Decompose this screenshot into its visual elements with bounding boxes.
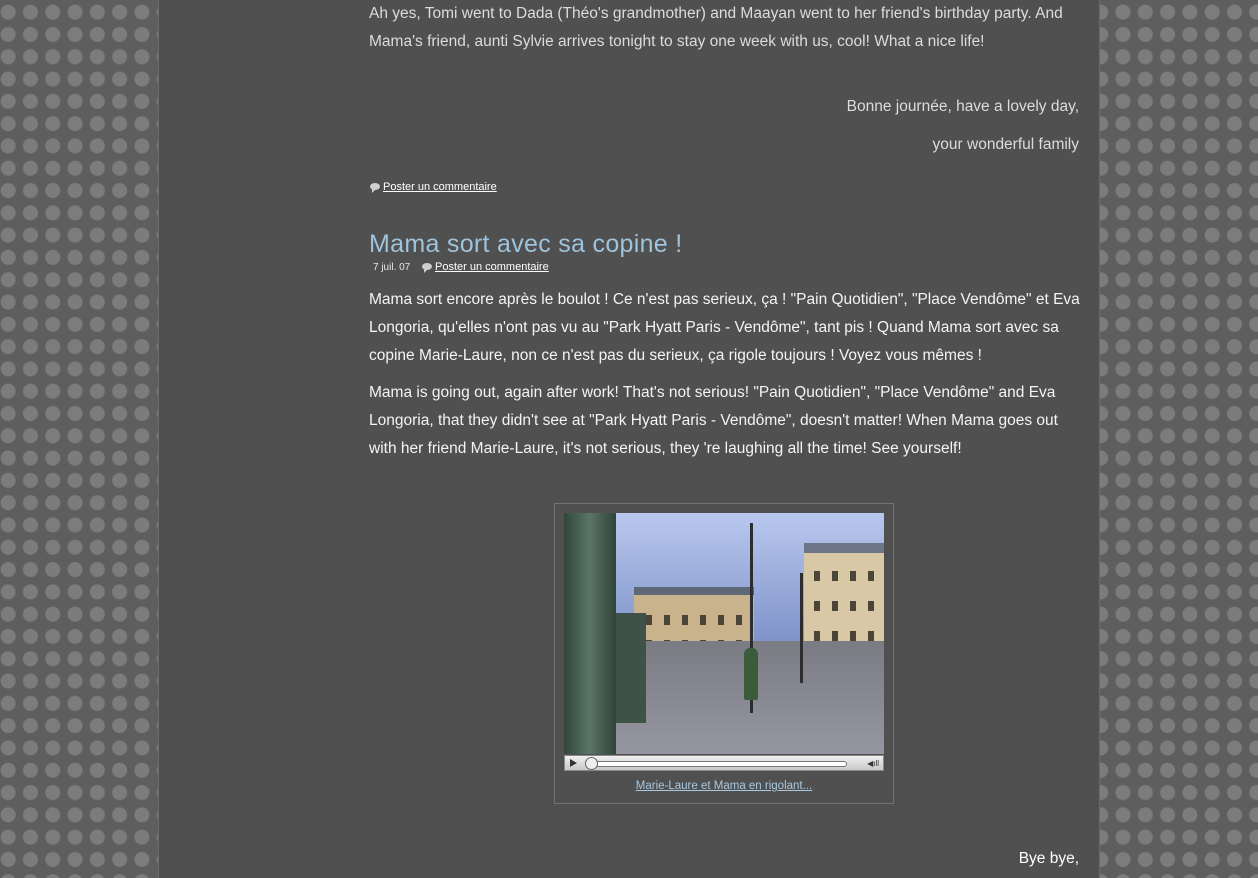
post-comment-link-1[interactable]: Poster un commentaire <box>370 181 497 193</box>
post-comment-link-2[interactable]: Poster un commentaire <box>422 261 549 273</box>
page-column: Ah yes, Tomi went to Dada (Théo's grandm… <box>158 0 1100 878</box>
video-controls: ◀ıll <box>564 755 884 771</box>
video-container: ◀ıll Marie-Laure et Mama en rigolant... <box>554 503 894 804</box>
video-seek-bar[interactable] <box>585 757 847 770</box>
video-lamp-post <box>800 573 803 683</box>
signature-line-2: your wonderful family <box>932 136 1079 153</box>
post-paragraph-en: Mama is going out, again after work! Tha… <box>369 384 1058 457</box>
post-paragraph-fr: Mama sort encore après le boulot ! Ce n'… <box>369 291 1080 364</box>
video-caption-link[interactable]: Marie-Laure et Mama en rigolant... <box>555 780 893 792</box>
video-frame[interactable] <box>564 513 884 754</box>
comment-bubble-icon <box>422 262 432 273</box>
seek-knob[interactable] <box>585 757 598 770</box>
intro-paragraph: Ah yes, Tomi went to Dada (Théo's grandm… <box>369 5 1063 50</box>
post-comment-label: Poster un commentaire <box>435 261 549 273</box>
video-column <box>564 513 616 754</box>
play-icon[interactable] <box>570 759 577 767</box>
post-comment-label: Poster un commentaire <box>383 181 497 193</box>
closing-line: Bye bye, <box>1018 850 1079 867</box>
comment-bubble-icon <box>370 182 380 193</box>
signature-line-1: Bonne journée, have a lovely day, <box>846 98 1079 115</box>
video-person <box>744 648 758 700</box>
post-date: 7 juil. 07 <box>373 262 411 273</box>
post-title[interactable]: Mama sort avec sa copine ! <box>369 230 683 259</box>
volume-icon[interactable]: ◀ıll <box>867 759 879 768</box>
